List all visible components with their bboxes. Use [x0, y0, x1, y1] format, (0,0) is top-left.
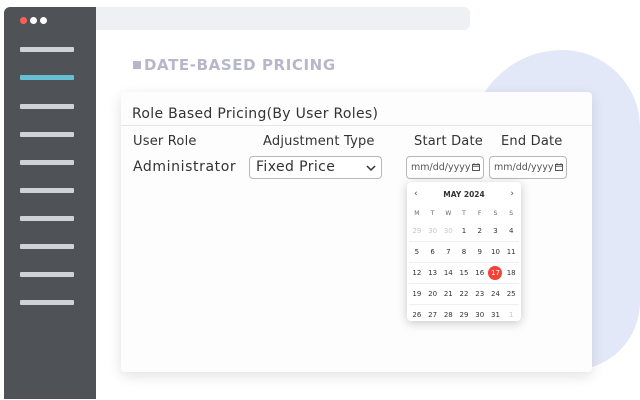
weekday-label: M	[414, 210, 420, 217]
calendar-day[interactable]: 18	[503, 269, 519, 277]
column-header-adjustment-type: Adjustment Type	[263, 134, 375, 149]
calendar-day[interactable]: 27	[425, 311, 441, 319]
chevron-down-icon	[366, 165, 376, 172]
weekday-label: T	[430, 210, 435, 217]
column-header-end-date: End Date	[501, 134, 563, 149]
calendar-day[interactable]: 20	[425, 290, 441, 298]
calendar-day[interactable]: 15	[456, 269, 472, 277]
calendar-day[interactable]: 6	[425, 248, 441, 256]
window-controls	[20, 17, 47, 24]
calendar-day[interactable]: 2	[472, 227, 488, 235]
calendar-day[interactable]: 4	[503, 227, 519, 235]
minimize-dot[interactable]	[30, 17, 37, 24]
calendar-week-row: 19 20 21 22 23 24 25	[409, 284, 519, 305]
sidebar-item[interactable]	[20, 300, 74, 305]
calendar-day[interactable]: 29	[409, 227, 425, 235]
month-label: MAY 2024	[443, 190, 485, 199]
top-bar	[96, 7, 470, 30]
adjustment-type-select[interactable]: Fixed Price	[249, 156, 382, 179]
end-date-placeholder: mm/dd/yyyy	[494, 162, 554, 173]
card-title: Role Based Pricing(By User Roles)	[132, 106, 379, 122]
weekday-label: T	[462, 210, 466, 217]
calendar-day[interactable]: 22	[456, 290, 472, 298]
calendar-week-row: 12 13 14 15 16 17 18	[409, 263, 519, 284]
sidebar-item[interactable]	[20, 47, 74, 52]
date-picker-popup: ‹ MAY 2024 › M T W T F S S 29 30 30 1 2 3 4 5 6 7 8 9 10 11 1…	[407, 182, 521, 321]
end-date-input[interactable]: mm/dd/yyyy	[489, 156, 567, 179]
sidebar-item[interactable]	[20, 216, 74, 221]
calendar-day[interactable]: 26	[409, 311, 425, 319]
weekday-header-row: MTWTFSS	[409, 209, 519, 218]
calendar-day[interactable]: 25	[503, 290, 519, 298]
calendar-day[interactable]: 30	[440, 227, 456, 235]
weekday-label: F	[478, 210, 482, 217]
calendar-day[interactable]: 16	[472, 269, 488, 277]
calendar-icon[interactable]	[472, 163, 480, 171]
section-title: DATE-BASED PRICING	[133, 56, 336, 74]
sidebar	[4, 7, 96, 399]
calendar-icon[interactable]	[555, 163, 563, 171]
calendar-day[interactable]: 28	[440, 311, 456, 319]
title-square-icon	[133, 61, 141, 69]
user-role-value: Administrator	[133, 159, 237, 175]
calendar-week-row: 5 6 7 8 9 10 11	[409, 242, 519, 263]
calendar-day[interactable]: 7	[440, 248, 456, 256]
calendar-grid: M T W T F S S 29 30 30 1 2 3 4 5 6 7 8 9 10 11 12 13 14 15 16 17 18…	[409, 209, 519, 325]
calendar-day[interactable]: 12	[409, 269, 425, 277]
calendar-day[interactable]: 31	[488, 311, 504, 319]
calendar-week-row: 29 30 30 1 2 3 4	[409, 221, 519, 242]
calendar-day[interactable]: 24	[488, 290, 504, 298]
calendar-day[interactable]: 5	[409, 248, 425, 256]
calendar-day[interactable]: 1	[503, 311, 519, 319]
sidebar-item[interactable]	[20, 188, 74, 193]
sidebar-item[interactable]	[20, 160, 74, 165]
calendar-day[interactable]: 11	[503, 248, 519, 256]
calendar-day[interactable]: 3	[488, 227, 504, 235]
start-date-input[interactable]: mm/dd/yyyy	[406, 156, 484, 179]
maximize-dot[interactable]	[40, 17, 47, 24]
calendar-week-row: 26 27 28 29 30 31 1	[409, 305, 519, 325]
calendar-day[interactable]: 23	[472, 290, 488, 298]
card-divider	[121, 125, 592, 126]
next-month-button[interactable]: ›	[510, 189, 514, 199]
sidebar-item-active[interactable]	[20, 75, 74, 80]
adjustment-type-value: Fixed Price	[256, 159, 336, 175]
calendar-day[interactable]: 10	[488, 248, 504, 256]
calendar-day[interactable]: 8	[456, 248, 472, 256]
calendar-day[interactable]: 14	[440, 269, 456, 277]
calendar-day[interactable]: 21	[440, 290, 456, 298]
weekday-label: S	[509, 210, 514, 217]
pricing-card: Role Based Pricing(By User Roles) User R…	[121, 92, 592, 372]
start-date-placeholder: mm/dd/yyyy	[411, 162, 471, 173]
calendar-day[interactable]: 29	[456, 311, 472, 319]
sidebar-item[interactable]	[20, 244, 74, 249]
calendar-day[interactable]: 9	[472, 248, 488, 256]
weekday-label: S	[493, 210, 498, 217]
calendar-day[interactable]: 30	[425, 227, 441, 235]
sidebar-item[interactable]	[20, 272, 74, 277]
column-header-user-role: User Role	[133, 134, 197, 149]
calendar-day[interactable]: 13	[425, 269, 441, 277]
sidebar-item[interactable]	[20, 132, 74, 137]
calendar-day[interactable]: 19	[409, 290, 425, 298]
section-title-text: DATE-BASED PRICING	[144, 56, 336, 74]
column-header-start-date: Start Date	[414, 134, 483, 149]
calendar-day[interactable]: 1	[456, 227, 472, 235]
close-dot[interactable]	[20, 17, 27, 24]
weekday-label: W	[445, 210, 452, 217]
calendar-day[interactable]: 17	[488, 266, 504, 280]
date-picker-header: ‹ MAY 2024 ›	[407, 189, 521, 201]
sidebar-item[interactable]	[20, 104, 74, 109]
calendar-day[interactable]: 30	[472, 311, 488, 319]
